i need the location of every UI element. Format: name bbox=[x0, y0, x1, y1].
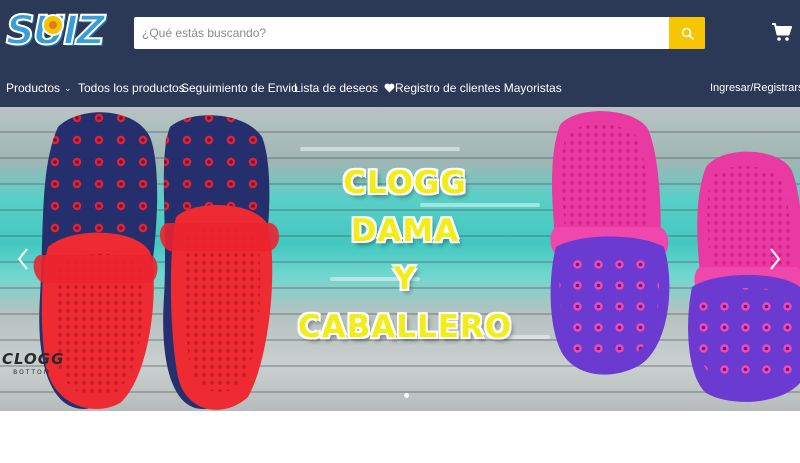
logo-badge-icon bbox=[42, 14, 64, 36]
hero-headline: CLOGG DAMA Y CABALLERO bbox=[285, 159, 525, 351]
nav-item-productos[interactable]: Productos ⌄ bbox=[6, 76, 72, 100]
brand-mark-bottom: BOTTOM bbox=[13, 369, 51, 376]
account-link[interactable]: Ingresar/Registrarse bbox=[710, 76, 800, 100]
pink-purple-clog-left bbox=[550, 111, 670, 375]
account-label: Ingresar/Registrarse bbox=[710, 82, 800, 94]
nav-item-label: Lista de deseos bbox=[294, 81, 379, 95]
cart-icon bbox=[772, 23, 792, 41]
nav-item-registro-mayoristas[interactable]: Registro de clientes Mayoristas bbox=[395, 76, 562, 100]
nav-item-lista-de-deseos[interactable]: Lista de deseos bbox=[294, 76, 395, 100]
prev-slide-button[interactable] bbox=[12, 244, 34, 274]
hero-line: CABALLERO bbox=[297, 309, 513, 345]
nav-item-label: Registro de clientes Mayoristas bbox=[395, 81, 562, 95]
hero-line: DAMA bbox=[350, 213, 460, 249]
clogg-brand-mark: CLOGG BOTTOM bbox=[2, 350, 65, 382]
next-slide-button[interactable] bbox=[764, 244, 786, 274]
site-logo[interactable]: SUIZ bbox=[5, 7, 118, 55]
site-header: SUIZ Productos⌄ Todos los productos Segu… bbox=[0, 0, 800, 107]
search-input[interactable] bbox=[134, 17, 669, 49]
blue-red-clog-right bbox=[159, 115, 279, 410]
slide-indicator-dot[interactable] bbox=[404, 393, 409, 398]
search-button[interactable] bbox=[669, 17, 705, 49]
hero-slider: CLOGG DAMA Y CABALLERO CLOGG BOTTOM bbox=[0, 107, 800, 411]
nav-item-seguimiento-de-envio[interactable]: Seguimiento de Envio bbox=[181, 76, 298, 100]
main-nav: Productos ⌄ Todos los productos Seguimien… bbox=[0, 76, 800, 100]
nav-item-label: Todos los productos bbox=[78, 81, 185, 95]
search-icon bbox=[681, 27, 694, 40]
chevron-left-icon bbox=[17, 248, 28, 270]
chevron-right-icon bbox=[770, 248, 781, 270]
hero-line: CLOGG bbox=[343, 165, 467, 201]
cart-button[interactable] bbox=[771, 22, 793, 42]
nav-item-todos-los-productos[interactable]: Todos los productos bbox=[78, 76, 185, 100]
brand-mark-top: CLOGG bbox=[2, 350, 65, 368]
nav-item-label: Productos bbox=[6, 81, 61, 95]
heart-icon bbox=[384, 83, 395, 93]
nav-item-label: Seguimiento de Envio bbox=[181, 81, 298, 95]
hero-line: Y bbox=[393, 261, 417, 297]
search-bar bbox=[134, 17, 705, 49]
chevron-down-icon: ⌄ bbox=[64, 83, 72, 93]
pink-purple-clog-right bbox=[688, 151, 800, 402]
